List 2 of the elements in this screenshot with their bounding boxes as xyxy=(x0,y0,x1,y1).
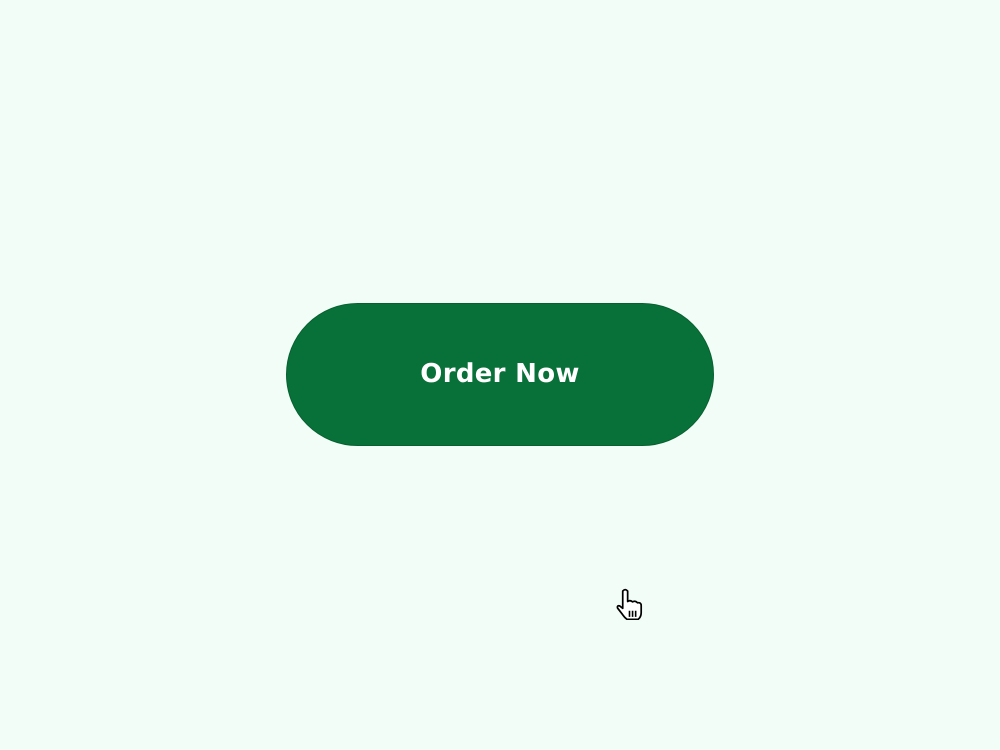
hand-cursor-icon xyxy=(615,588,644,620)
order-button[interactable]: Order Now xyxy=(286,303,714,446)
